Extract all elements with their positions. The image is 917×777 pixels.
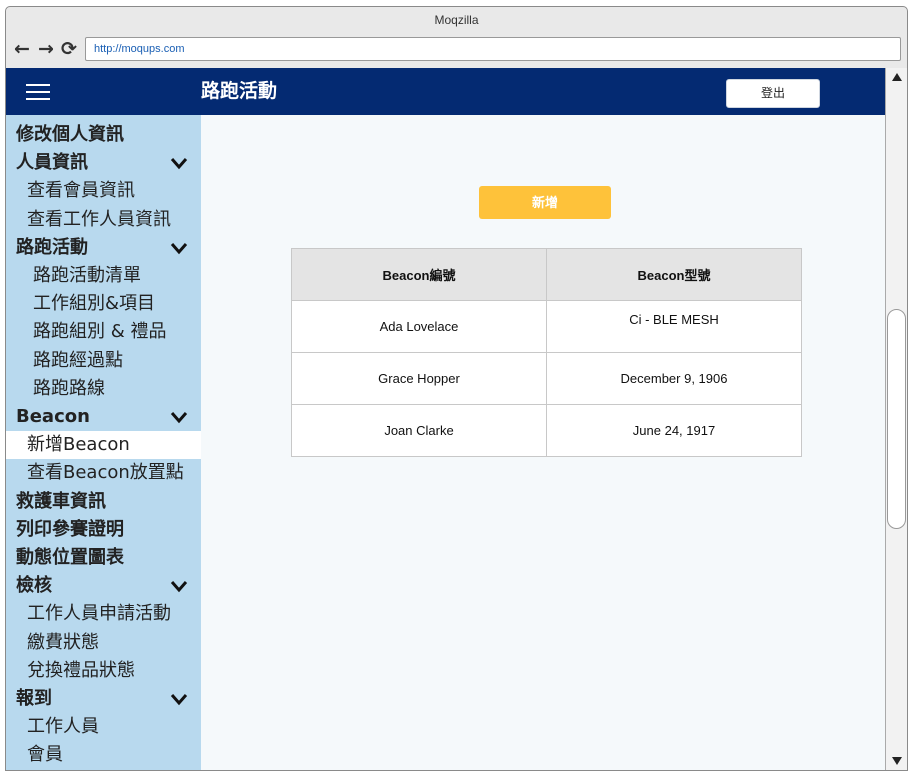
- sidebar-item[interactable]: 路跑路線: [6, 375, 201, 403]
- page-title: 路跑活動: [201, 81, 278, 102]
- sidebar-item-label: 動態位置圖表: [16, 547, 124, 568]
- sidebar-item[interactable]: 繳費狀態: [6, 629, 201, 657]
- browser-toolbar: ← → ⟳ http://moqups.com: [6, 33, 907, 67]
- sidebar-item[interactable]: 兌換禮品狀態: [6, 657, 201, 685]
- sidebar-item[interactable]: 查看工作人員資訊: [6, 206, 201, 234]
- sidebar-item[interactable]: 路跑組別 & 禮品: [6, 318, 201, 346]
- sidebar-item-label: 兌換禮品狀態: [27, 659, 135, 681]
- sidebar-item-label: 工作人員申請活動: [27, 603, 171, 625]
- browser-window: Moqzilla ← → ⟳ http://moqups.com 路跑活動 登出…: [5, 6, 908, 771]
- table-header-row: Beacon編號 Beacon型號: [291, 248, 802, 301]
- sidebar-item-label: 救護車資訊: [16, 490, 106, 512]
- sidebar-item[interactable]: 人員資訊: [6, 149, 201, 177]
- sidebar-item-label: 人員資訊: [16, 152, 88, 174]
- sidebar-item-label: 報到: [16, 688, 52, 709]
- column-header-beacon-model: Beacon型號: [546, 248, 802, 301]
- sidebar-item[interactable]: 工作人員申請活動: [6, 600, 201, 628]
- sidebar-item[interactable]: 查看Beacon放置點: [6, 459, 201, 487]
- sidebar-item-label: 繳費狀態: [27, 631, 99, 653]
- chevron-down-icon[interactable]: [169, 409, 189, 425]
- reload-icon[interactable]: ⟳: [60, 39, 78, 59]
- sidebar-item[interactable]: 檢核: [6, 572, 201, 600]
- table-row[interactable]: Grace Hopper December 9, 1906: [291, 352, 802, 405]
- sidebar-item-label: 工作組別&項目: [33, 293, 156, 315]
- table-cell: December 9, 1906: [546, 352, 802, 405]
- sidebar-item[interactable]: 列印參賽證明: [6, 516, 201, 544]
- sidebar-item-label: 工作人員: [27, 716, 99, 738]
- arrow-right-icon[interactable]: →: [37, 39, 55, 59]
- app-header: 路跑活動 登出: [6, 68, 885, 115]
- sidebar-item[interactable]: Beacon: [6, 403, 201, 431]
- sidebar-item[interactable]: 工作人員: [6, 713, 201, 741]
- sidebar-item-label: 路跑活動: [16, 236, 88, 258]
- sidebar-item-label: 查看Beacon放置點: [27, 462, 184, 484]
- sidebar-item-label: 查看會員資訊: [27, 180, 135, 202]
- chevron-down-icon[interactable]: [169, 578, 189, 594]
- table-cell: Ada Lovelace: [291, 300, 547, 353]
- column-header-beacon-id: Beacon編號: [291, 248, 547, 301]
- beacon-table: Beacon編號 Beacon型號 Ada Lovelace Ci - BLE …: [291, 248, 802, 457]
- sidebar-item[interactable]: 路跑活動: [6, 234, 201, 262]
- sidebar-item-label: 新增Beacon: [27, 434, 130, 456]
- scroll-down-arrow-icon[interactable]: [891, 755, 903, 767]
- logout-button[interactable]: 登出: [726, 79, 820, 108]
- scroll-up-arrow-icon[interactable]: [891, 71, 903, 83]
- sidebar-item[interactable]: 修改個人資訊: [6, 121, 201, 149]
- sidebar-item-label: 修改個人資訊: [16, 124, 124, 145]
- chevron-down-icon[interactable]: [169, 691, 189, 707]
- table-cell: June 24, 1917: [546, 404, 802, 457]
- sidebar-item[interactable]: 動態位置圖表: [6, 544, 201, 572]
- sidebar-item[interactable]: 救護車資訊: [6, 488, 201, 516]
- vertical-scrollbar[interactable]: [885, 68, 907, 770]
- sidebar-item-label: 查看工作人員資訊: [27, 208, 171, 230]
- sidebar-item-label: 路跑路線: [33, 377, 105, 399]
- sidebar-item-label: 會員: [27, 744, 63, 766]
- sidebar-item-label: 路跑經過點: [33, 349, 123, 371]
- chevron-down-icon[interactable]: [169, 240, 189, 256]
- add-button[interactable]: 新增: [479, 186, 611, 219]
- sidebar-item-label: Beacon: [16, 406, 90, 427]
- sidebar-item-label: 列印參賽證明: [16, 518, 124, 540]
- sidebar: 修改個人資訊 人員資訊查看會員資訊查看工作人員資訊路跑活動路跑活動清單 工作組別&項…: [6, 115, 201, 770]
- sidebar-item[interactable]: 報到: [6, 685, 201, 713]
- sidebar-item[interactable]: 路跑活動清單: [6, 262, 201, 290]
- chevron-down-icon[interactable]: [169, 155, 189, 171]
- table-cell: Grace Hopper: [291, 352, 547, 405]
- sidebar-item-label: 路跑活動清單: [33, 265, 141, 286]
- sidebar-item[interactable]: 查看會員資訊: [6, 177, 201, 205]
- sidebar-item[interactable]: 路跑經過點: [6, 347, 201, 375]
- page-viewport: 路跑活動 登出 修改個人資訊 人員資訊 查看會員資訊 查看工作人員資訊 路跑活動 路跑活動…: [6, 68, 907, 770]
- scrollbar-thumb[interactable]: [887, 309, 906, 529]
- arrow-left-icon[interactable]: ←: [13, 39, 31, 59]
- sidebar-item[interactable]: 會員: [6, 741, 201, 769]
- table-row[interactable]: Joan Clarke June 24, 1917: [291, 404, 802, 457]
- sidebar-item-label: 路跑組別 & 禮品: [33, 321, 167, 343]
- table-cell: Joan Clarke: [291, 404, 547, 457]
- table-cell: Ci - BLE MESH: [546, 300, 802, 353]
- url-bar[interactable]: http://moqups.com: [85, 37, 901, 61]
- sidebar-item[interactable]: 工作組別&項目: [6, 290, 201, 318]
- main-content: 新增 Beacon編號 Beacon型號 Ada Lovelace Ci - B…: [201, 115, 885, 770]
- table-row[interactable]: Ada Lovelace Ci - BLE MESH: [291, 300, 802, 353]
- sidebar-item[interactable]: 新增Beacon: [6, 431, 201, 460]
- hamburger-menu-icon[interactable]: [26, 84, 50, 102]
- sidebar-item-label: 檢核: [16, 575, 52, 597]
- window-title: Moqzilla: [434, 13, 479, 27]
